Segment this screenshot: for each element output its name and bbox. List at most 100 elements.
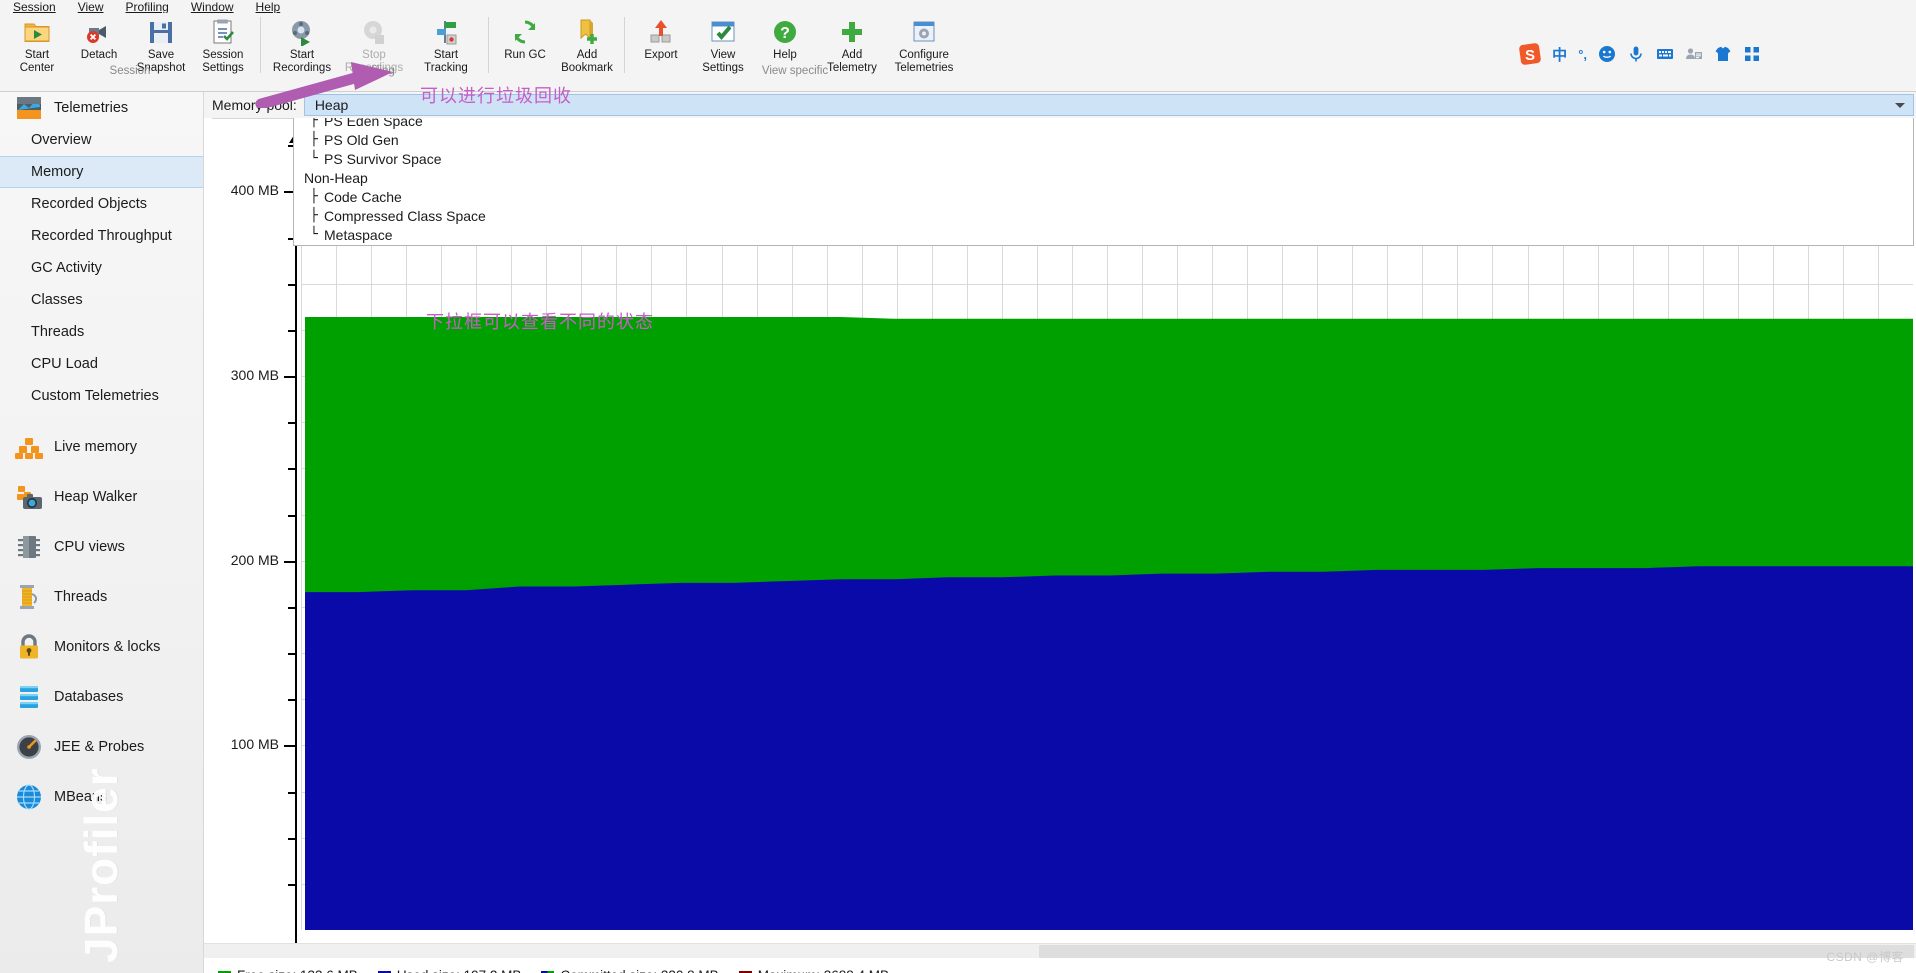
memory-pool-label: Memory pool: [212,97,297,113]
chevron-down-icon [1895,103,1905,108]
sidebar-item-overview[interactable]: Overview [0,124,203,156]
sidebar-item-heap-walker[interactable]: Heap Walker [0,472,203,522]
dropdown-option-compressed-class-space[interactable]: ├ Compressed Class Space [294,206,1913,225]
help-button[interactable]: ? Help [754,13,816,62]
help-icon: ? [771,18,799,46]
dropdown-option-code-cache[interactable]: ├ Code Cache [294,187,1913,206]
sidebar-item-cpu-views[interactable]: CPU views [0,522,203,572]
help-label: Help [773,49,797,61]
toolbar-group-session-caption: Session [109,65,151,77]
threads-icon [14,582,44,612]
mbeans-icon [14,782,44,812]
menu-item-window[interactable]: Window [180,1,245,13]
chart-legend: Free size: 133.6 MB Used size: 197.2 MB … [204,958,1916,973]
dropdown-option-metaspace[interactable]: └ Metaspace [294,225,1913,244]
main-toolbar: Start Center Detach Save Snapshot Sessio… [0,13,1916,92]
memory-pool-combobox[interactable]: Heap [303,94,1914,116]
tree-branch-icon: ├ [310,118,318,128]
export-button[interactable]: Export [630,13,692,62]
dropdown-option-non-heap[interactable]: Non-Heap [294,168,1913,187]
punctuation-mode-icon[interactable]: °, [1578,47,1587,62]
chinese-mode-icon[interactable]: 中 [1552,44,1567,65]
y-axis-tick-label: 400 MB [230,182,279,198]
toolbar-group-view-specific: Export View Settings ? Help Add Telemetr… [624,13,966,79]
sidebar-item-recorded-throughput-label: Recorded Throughput [31,228,172,244]
dropdown-option-ps-eden-space[interactable]: ├ PS Eden Space [294,118,1913,130]
sidebar-item-recorded-objects[interactable]: Recorded Objects [0,188,203,220]
sidebar-item-databases[interactable]: Databases [0,672,203,722]
run-gc-icon [511,18,539,46]
toolbox-icon[interactable] [1743,45,1761,63]
emoji-icon[interactable] [1598,45,1616,63]
view-settings-icon [709,18,737,46]
sidebar-header-telemetries[interactable]: Telemetries [0,92,203,124]
sidebar-item-custom-telemetries[interactable]: Custom Telemetries [0,380,203,412]
telemetries-icon [14,93,44,123]
y-axis-minor-tick [288,330,297,332]
start-center-icon [23,18,51,46]
jprofiler-watermark: JProfiler [75,767,127,963]
sidebar-item-heap-walker-label: Heap Walker [54,489,138,505]
chart-y-axis: 100 MB 200 MB 300 MB 400 MB [204,132,303,943]
sidebar-item-memory[interactable]: Memory [0,156,203,188]
menu-item-profiling[interactable]: Profiling [115,1,180,13]
soft-keyboard-icon[interactable] [1656,45,1674,63]
sidebar-item-threads-telemetry[interactable]: Threads [0,316,203,348]
export-icon [647,18,675,46]
sidebar-item-monitors-locks[interactable]: Monitors & locks [0,622,203,672]
skin-icon[interactable] [1714,45,1732,63]
configure-telemetries-icon [910,18,938,46]
series-used-size [305,566,1913,930]
sidebar-item-memory-label: Memory [31,164,84,180]
detach-label: Detach [80,49,118,61]
chart-plot-area [301,136,1913,930]
sidebar-item-recorded-throughput[interactable]: Recorded Throughput [0,220,203,252]
user-card-icon[interactable] [1685,45,1703,63]
sidebar-item-overview-label: Overview [31,132,92,148]
legend-label-free-size: Free size: 133.6 MB [237,968,358,973]
sidebar-item-cpu-load[interactable]: CPU Load [0,348,203,380]
menu-item-session[interactable]: Session [2,1,67,13]
y-axis-major-tick [284,376,297,378]
menu-item-view[interactable]: View [67,1,115,13]
y-axis-minor-tick [288,838,297,840]
csdn-watermark: CSDN @博客 [1826,950,1904,964]
y-axis-line [295,140,297,943]
dropdown-option-ps-eden-space-label: PS Eden Space [324,118,423,129]
toolbar-group-profiling: Start Recordings Stop Recordings Start T… [260,13,488,79]
chart-scrollbar-thumb[interactable] [1039,945,1914,958]
sidebar-item-recorded-objects-label: Recorded Objects [31,196,148,212]
memory-pool-selected-value: Heap [314,97,349,113]
y-axis-major-tick [284,561,297,563]
save-snapshot-icon [147,18,175,46]
dropdown-option-ps-old-gen[interactable]: ├ PS Old Gen [294,130,1913,149]
export-label: Export [644,49,678,61]
memory-pool-dropdown-list[interactable]: Heap ├ PS Eden Space ├ PS Old Gen └ PS S… [293,118,1914,246]
chart-horizontal-scrollbar[interactable] [204,943,1916,958]
sidebar-item-gc-activity[interactable]: GC Activity [0,252,203,284]
menu-bar: Session View Profiling Window Help [0,0,1916,13]
run-gc-button[interactable]: Run GC [494,13,556,62]
left-sidebar: Telemetries Overview Memory Recorded Obj… [0,92,204,973]
add-bookmark-button[interactable]: Add Bookmark [556,13,618,75]
legend-label-used-size: Used size: 197.2 MB [397,968,522,973]
sidebar-item-classes[interactable]: Classes [0,284,203,316]
microphone-icon[interactable] [1627,45,1645,63]
sidebar-item-classes-label: Classes [31,292,83,308]
dropdown-option-ps-survivor-space[interactable]: └ PS Survivor Space [294,149,1913,168]
sidebar-item-threads[interactable]: Threads [0,572,203,622]
y-axis-minor-tick [288,884,297,886]
detach-button[interactable]: Detach [68,13,130,62]
y-axis-minor-tick [288,515,297,517]
sidebar-item-jee-probes[interactable]: JEE & Probes [0,722,203,772]
menu-item-help[interactable]: Help [245,1,292,13]
tree-branch-icon: └ [310,227,318,242]
sogou-ime-tray: S 中 °, [1519,41,1761,67]
add-telemetry-icon [838,18,866,46]
sidebar-item-threads-label: Threads [54,589,108,605]
sidebar-item-live-memory[interactable]: Live memory [0,422,203,472]
sidebar-item-jee-probes-label: JEE & Probes [54,739,145,755]
svg-text:S: S [1525,47,1535,64]
monitors-locks-icon [14,632,44,662]
sogou-logo-icon[interactable]: S [1519,43,1541,65]
